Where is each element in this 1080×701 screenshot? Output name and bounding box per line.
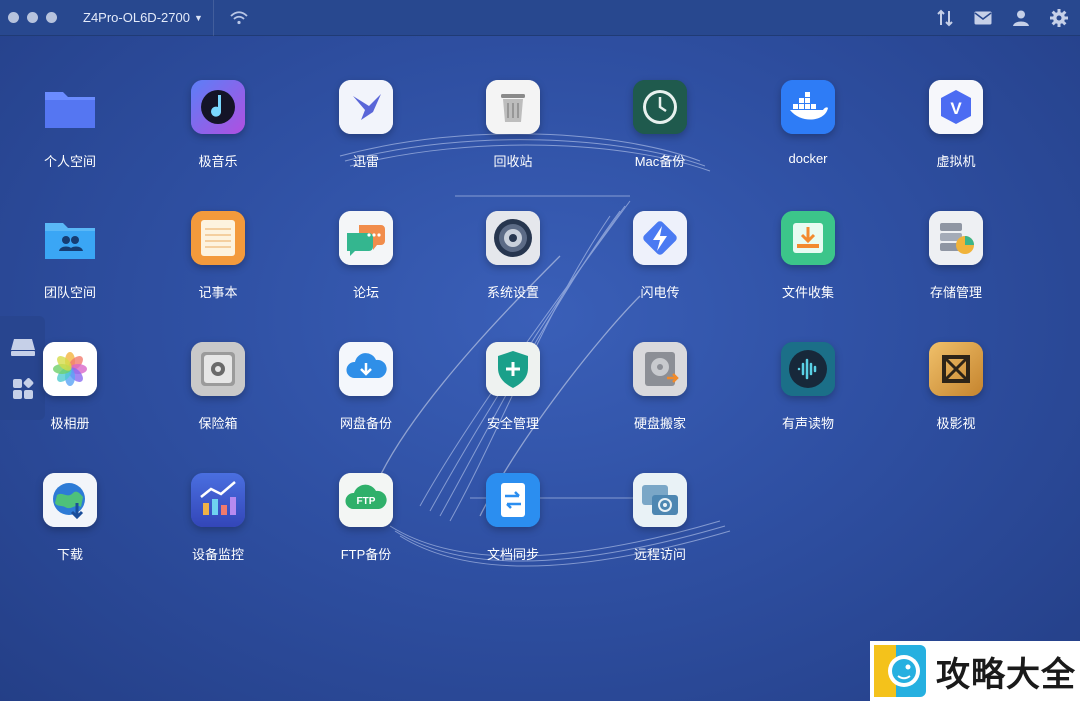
app-label: 团队空间: [43, 285, 96, 300]
app-label: 硬盘搬家: [633, 416, 686, 431]
app-system-settings[interactable]: 系统设置: [439, 211, 587, 321]
app-team-folder[interactable]: 团队空间: [0, 211, 144, 321]
app-trash[interactable]: 回收站: [439, 80, 587, 190]
app-label: 迅雷: [352, 154, 379, 169]
app-lightning-transfer[interactable]: 闪电传: [586, 211, 734, 321]
app-label: docker: [788, 151, 828, 166]
app-label: 个人空间: [43, 154, 96, 169]
watermark-text: 攻略大全: [936, 654, 1076, 695]
safe-icon: [191, 342, 245, 396]
team-folder-icon: [43, 211, 97, 265]
cloud-backup-icon: [339, 342, 393, 396]
wifi-icon[interactable]: [228, 7, 250, 29]
app-thunder-bird[interactable]: 迅雷: [292, 80, 440, 190]
app-audiobook[interactable]: 有声读物: [734, 342, 882, 452]
download-globe-icon: [43, 473, 97, 527]
app-video[interactable]: 极影视: [882, 342, 1030, 452]
app-label: 极相册: [50, 416, 90, 431]
watermark-logo-icon: [874, 645, 926, 697]
app-cloud-backup[interactable]: 网盘备份: [292, 342, 440, 452]
app-label: 极音乐: [198, 154, 238, 169]
sort-icon[interactable]: [934, 7, 956, 29]
app-label: 文档同步: [486, 547, 539, 562]
app-label: 安全管理: [486, 416, 539, 431]
chevron-down-icon: ▼: [193, 12, 203, 23]
minimize-window-button[interactable]: [27, 12, 38, 23]
window-controls: [0, 12, 57, 23]
notepad-icon: [191, 211, 245, 265]
storage-manage-icon: [929, 211, 983, 265]
app-label: 极影视: [936, 416, 976, 431]
app-label: 虚拟机: [936, 154, 976, 169]
app-disk-move[interactable]: 硬盘搬家: [586, 342, 734, 452]
audiobook-icon: [781, 342, 835, 396]
mail-icon[interactable]: [972, 7, 994, 29]
security-shield-icon: [486, 342, 540, 396]
app-remote-access[interactable]: 远程访问: [586, 473, 734, 583]
app-label: 网盘备份: [339, 416, 392, 431]
svg-text:V: V: [950, 99, 962, 118]
thunder-bird-icon: [339, 80, 393, 134]
remote-access-icon: [633, 473, 687, 527]
svg-text:FTP: FTP: [357, 496, 376, 507]
app-download-globe[interactable]: 下载: [0, 473, 144, 583]
docker-icon: [781, 80, 835, 134]
app-label: 下载: [56, 547, 83, 562]
ftp-backup-icon: FTP: [339, 473, 393, 527]
app-label: Mac备份: [634, 154, 686, 169]
app-label: 系统设置: [486, 285, 539, 300]
zoom-window-button[interactable]: [46, 12, 57, 23]
device-name: Z4Pro-OL6D-2700: [83, 10, 190, 25]
app-storage-manage[interactable]: 存储管理: [882, 211, 1030, 321]
watermark: 攻略大全: [870, 641, 1080, 701]
lightning-transfer-icon: [633, 211, 687, 265]
app-label: 远程访问: [633, 547, 686, 562]
trash-icon: [486, 80, 540, 134]
app-label: 设备监控: [191, 547, 244, 562]
app-file-collect[interactable]: 文件收集: [734, 211, 882, 321]
forum-icon: [339, 211, 393, 265]
settings-icon[interactable]: [1048, 7, 1070, 29]
app-label: 存储管理: [929, 285, 982, 300]
app-label: 论坛: [352, 285, 379, 300]
app-forum[interactable]: 论坛: [292, 211, 440, 321]
app-vm[interactable]: V 虚拟机: [882, 80, 1030, 190]
app-label: 有声读物: [781, 416, 834, 431]
title-bar: Z4Pro-OL6D-2700 ▼: [0, 0, 1080, 36]
user-icon[interactable]: [1010, 7, 1032, 29]
music-icon: [191, 80, 245, 134]
device-monitor-icon: [191, 473, 245, 527]
folder-icon: [43, 80, 97, 134]
vm-icon: V: [929, 80, 983, 134]
app-notepad[interactable]: 记事本: [144, 211, 292, 321]
system-settings-icon: [486, 211, 540, 265]
app-music[interactable]: 极音乐: [144, 80, 292, 190]
app-photos[interactable]: 极相册: [0, 342, 144, 452]
app-folder[interactable]: 个人空间: [0, 80, 144, 190]
video-icon: [929, 342, 983, 396]
time-machine-icon: [633, 80, 687, 134]
doc-sync-icon: [486, 473, 540, 527]
photos-icon: [43, 342, 97, 396]
app-label: FTP备份: [340, 547, 392, 562]
app-safe[interactable]: 保险箱: [144, 342, 292, 452]
app-label: 记事本: [198, 285, 238, 300]
file-collect-icon: [781, 211, 835, 265]
top-toolbar: [934, 0, 1070, 36]
disk-move-icon: [633, 342, 687, 396]
close-window-button[interactable]: [8, 12, 19, 23]
app-label: 闪电传: [640, 285, 680, 300]
app-doc-sync[interactable]: 文档同步: [439, 473, 587, 583]
device-selector[interactable]: Z4Pro-OL6D-2700 ▼: [83, 0, 214, 36]
app-security-shield[interactable]: 安全管理: [439, 342, 587, 452]
app-label: 文件收集: [781, 285, 834, 300]
desktop-window: Z4Pro-OL6D-2700 ▼ 个人空间 极音乐 迅雷 回收站 Mac备份 …: [0, 0, 1080, 701]
app-label: 回收站: [493, 154, 533, 169]
app-ftp-backup[interactable]: FTP FTP备份: [292, 473, 440, 583]
app-device-monitor[interactable]: 设备监控: [144, 473, 292, 583]
app-label: 保险箱: [198, 416, 238, 431]
app-time-machine[interactable]: Mac备份: [586, 80, 734, 190]
app-docker[interactable]: docker: [734, 80, 882, 190]
